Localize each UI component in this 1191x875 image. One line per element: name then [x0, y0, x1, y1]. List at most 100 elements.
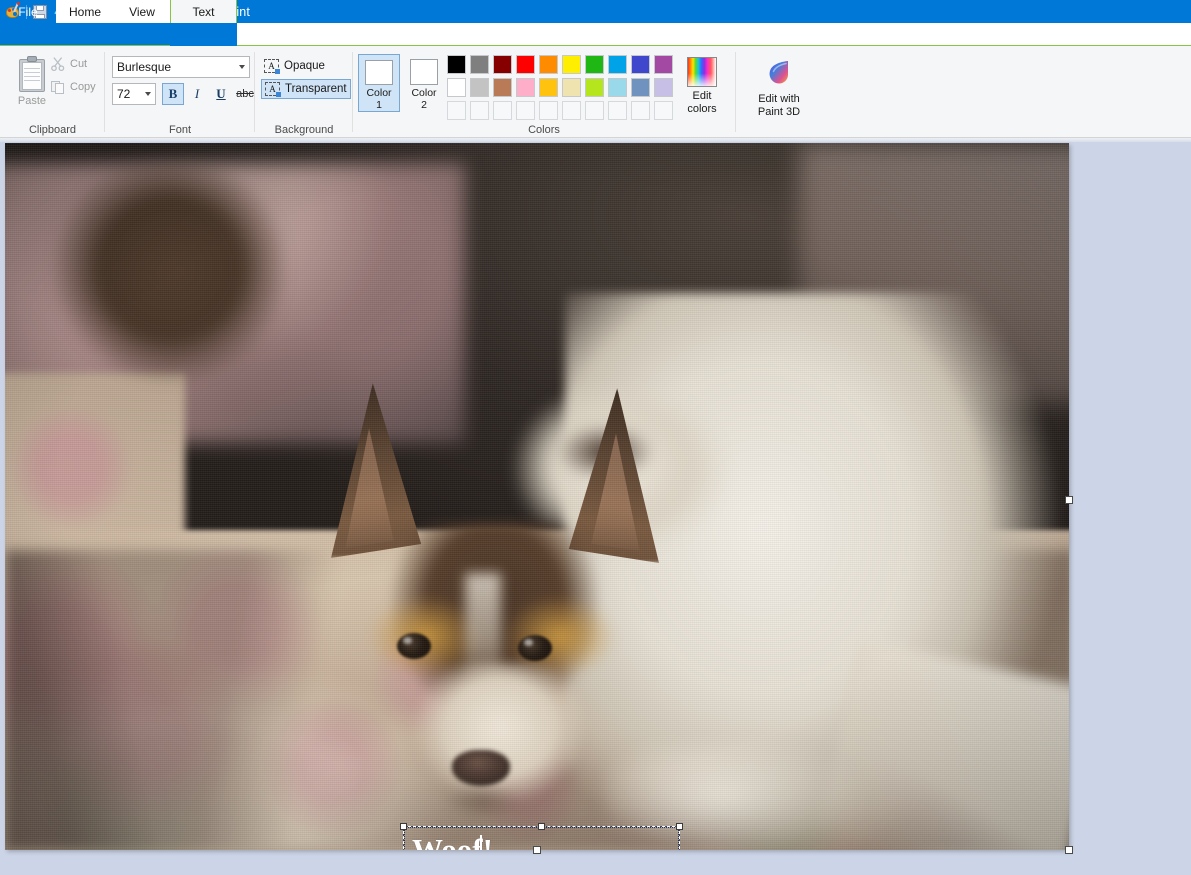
- palette-swatch-r1-c7[interactable]: [585, 55, 604, 74]
- underline-button[interactable]: U: [210, 83, 232, 105]
- tab-text[interactable]: Text: [170, 0, 237, 23]
- palette-cell: [537, 99, 560, 122]
- palette-swatch-r2-c7[interactable]: [585, 78, 604, 97]
- color-1-button[interactable]: Color 1: [358, 54, 400, 112]
- palette-cell: [629, 76, 652, 99]
- image-canvas[interactable]: Woof!: [5, 143, 1069, 850]
- color-2-button[interactable]: Color 2: [403, 54, 445, 112]
- textbox-handle-nw[interactable]: [400, 823, 407, 830]
- palette-swatch-r3-c3[interactable]: [493, 101, 512, 120]
- bold-button[interactable]: B: [162, 83, 184, 105]
- textbox-handle-ne[interactable]: [676, 823, 683, 830]
- tab-home[interactable]: Home: [56, 0, 114, 23]
- palette-swatch-r1-c6[interactable]: [562, 55, 581, 74]
- color-1-label-bottom: 1: [376, 99, 382, 111]
- palette-swatch-r2-c1[interactable]: [447, 78, 466, 97]
- color-2-swatch: [410, 59, 438, 85]
- palette-swatch-r1-c8[interactable]: [608, 55, 627, 74]
- palette-swatch-r3-c8[interactable]: [608, 101, 627, 120]
- text-selection-box[interactable]: Woof!: [400, 823, 683, 850]
- palette-cell: [514, 99, 537, 122]
- palette-swatch-r3-c5[interactable]: [539, 101, 558, 120]
- palette-swatch-r2-c9[interactable]: [631, 78, 650, 97]
- canvas-work-area[interactable]: Woof!: [0, 142, 1191, 875]
- palette-swatch-r2-c10[interactable]: [654, 78, 673, 97]
- palette-swatch-r1-c10[interactable]: [654, 55, 673, 74]
- opaque-button[interactable]: A Opaque: [261, 56, 351, 76]
- palette-swatch-r2-c5[interactable]: [539, 78, 558, 97]
- palette-swatch-r2-c8[interactable]: [608, 78, 627, 97]
- ribbon-group-clipboard: Paste Cut Copy Clipboard: [0, 46, 105, 138]
- palette-swatch-r2-c2[interactable]: [470, 78, 489, 97]
- canvas-handle-right[interactable]: [1065, 496, 1073, 504]
- color-2-label-top: Color: [411, 87, 437, 99]
- italic-button[interactable]: I: [186, 83, 208, 105]
- clipboard-icon: [17, 56, 47, 92]
- palette-swatch-r2-c4[interactable]: [516, 78, 535, 97]
- strikethrough-button[interactable]: abc: [234, 83, 256, 105]
- palette-cell: [445, 76, 468, 99]
- palette-cell: [445, 99, 468, 122]
- ribbon-group-background: A Opaque A Transparent Background: [255, 46, 353, 138]
- tab-view[interactable]: View: [114, 0, 170, 23]
- font-family-value: Burlesque: [117, 60, 172, 74]
- palette-swatch-r3-c6[interactable]: [562, 101, 581, 120]
- palette-swatch-r2-c3[interactable]: [493, 78, 512, 97]
- transparent-label: Transparent: [285, 83, 347, 95]
- ribbon-group-font: Burlesque 72 B I U abc Font: [105, 46, 255, 138]
- copy-label: Copy: [70, 81, 96, 93]
- group-label-font: Font: [168, 124, 191, 136]
- chevron-down-icon: [145, 92, 151, 96]
- palette-swatch-r3-c2[interactable]: [470, 101, 489, 120]
- palette-cell: [537, 76, 560, 99]
- palette-swatch-r3-c10[interactable]: [654, 101, 673, 120]
- palette-cell: [652, 99, 675, 122]
- palette-swatch-r1-c3[interactable]: [493, 55, 512, 74]
- paste-label: Paste: [17, 95, 47, 107]
- canvas-handle-bottom[interactable]: [533, 846, 541, 854]
- group-label-clipboard: Clipboard: [28, 124, 77, 136]
- font-size-combobox[interactable]: 72: [112, 83, 156, 105]
- cut-label: Cut: [70, 58, 88, 70]
- copy-icon: [50, 79, 66, 95]
- palette-cell: [652, 53, 675, 76]
- palette-swatch-r1-c9[interactable]: [631, 55, 650, 74]
- palette-swatch-r3-c4[interactable]: [516, 101, 535, 120]
- palette-cell: [468, 53, 491, 76]
- chevron-down-icon: [239, 65, 245, 69]
- color-1-label-top: Color: [366, 87, 392, 99]
- ribbon-group-colors: Color 1 Color 2 Edit colors Edit with Pa…: [353, 46, 800, 138]
- palette-swatch-r2-c6[interactable]: [562, 78, 581, 97]
- group-label-background: Background: [274, 124, 334, 136]
- palette-cell: [491, 53, 514, 76]
- palette-swatch-r1-c5[interactable]: [539, 55, 558, 74]
- scissors-icon: [50, 56, 66, 72]
- tab-strip-filler: [237, 23, 1191, 46]
- palette-swatch-r1-c1[interactable]: [447, 55, 466, 74]
- palette-cell: [560, 53, 583, 76]
- palette-swatch-r1-c4[interactable]: [516, 55, 535, 74]
- palette-cell: [583, 76, 606, 99]
- palette-cell: [514, 53, 537, 76]
- edit-with-paint3d-button[interactable]: Edit with Paint 3D: [748, 54, 810, 126]
- font-family-combobox[interactable]: Burlesque: [112, 56, 250, 78]
- palette-swatch-r3-c1[interactable]: [447, 101, 466, 120]
- canvas-handle-bottom-right[interactable]: [1065, 846, 1073, 854]
- edit-colors-button[interactable]: Edit colors: [678, 54, 726, 126]
- opaque-icon: A: [264, 59, 280, 74]
- edit-colors-label-top: Edit: [692, 90, 712, 102]
- font-size-value: 72: [117, 87, 131, 101]
- palette-cell: [560, 99, 583, 122]
- cut-button[interactable]: Cut: [50, 56, 87, 72]
- tab-file[interactable]: File: [0, 0, 56, 23]
- palette-swatch-r3-c7[interactable]: [585, 101, 604, 120]
- palette-cell: [491, 76, 514, 99]
- palette-swatch-r1-c2[interactable]: [470, 55, 489, 74]
- text-cursor: [480, 835, 482, 850]
- transparent-button[interactable]: A Transparent: [261, 79, 351, 99]
- edit-colors-label-bottom: colors: [687, 103, 717, 115]
- copy-button[interactable]: Copy: [50, 79, 96, 95]
- paste-button[interactable]: Paste: [8, 52, 56, 122]
- textbox-handle-n[interactable]: [538, 823, 545, 830]
- palette-swatch-r3-c9[interactable]: [631, 101, 650, 120]
